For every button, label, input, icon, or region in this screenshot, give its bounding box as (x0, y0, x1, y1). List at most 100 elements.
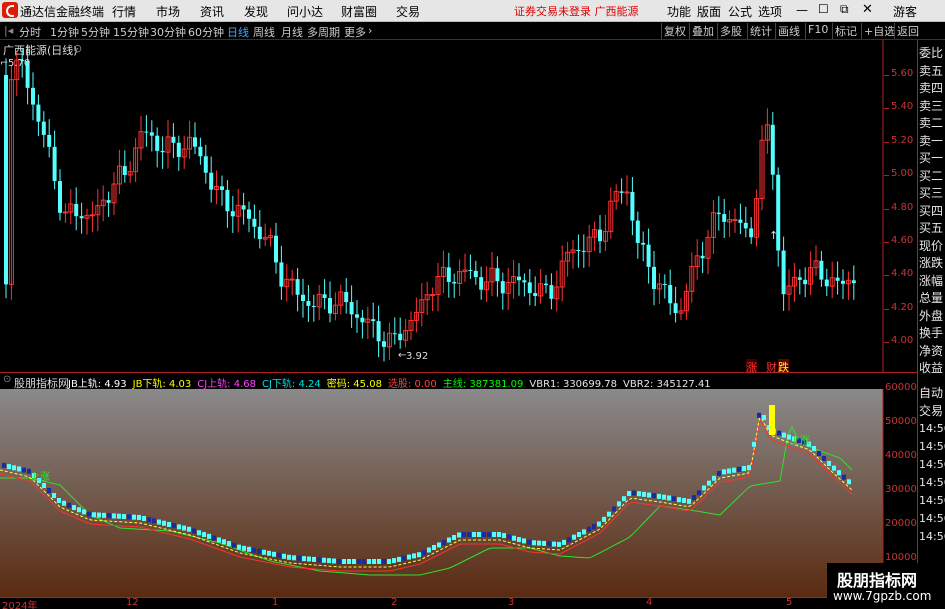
indicator-bar (667, 495, 671, 501)
side-panel-item[interactable]: 买一 (919, 150, 945, 166)
side-panel-item[interactable]: 买三 (919, 185, 945, 201)
tool-fanhui[interactable]: 返回 (894, 23, 921, 39)
candle-down (209, 172, 214, 190)
tool-f10[interactable]: F10 (805, 23, 830, 39)
maximize-icon[interactable]: ☐ (818, 2, 829, 16)
side-panel-item[interactable]: 卖五 (919, 63, 945, 79)
period-15min[interactable]: 15分钟 (113, 24, 149, 40)
dropdown-icon[interactable]: ⊙ (73, 42, 82, 55)
indicator-bar (197, 530, 201, 536)
period-30min[interactable]: 30分钟 (150, 24, 186, 40)
menu-item-shichang[interactable]: 市场 (156, 3, 180, 20)
menu-item-gongneng[interactable]: 功能 (667, 3, 691, 20)
menu-item-faxian[interactable]: 发现 (244, 3, 268, 20)
indicator-bar (482, 532, 486, 537)
indicator-bar (267, 550, 271, 556)
chevron-right-icon[interactable]: › (368, 24, 372, 37)
side-panel-item[interactable]: 14:56 (919, 493, 945, 509)
high-arrow-icon: ⌐ (0, 58, 9, 69)
side-panel-item[interactable]: 涨跌 (919, 255, 945, 271)
side-panel-item[interactable]: 换手 (919, 325, 945, 341)
candle-down (452, 281, 457, 284)
menu-item-hangqing[interactable]: 行情 (112, 3, 136, 20)
side-panel-item[interactable]: 涨幅 (919, 273, 945, 289)
period-60min[interactable]: 60分钟 (188, 24, 224, 40)
close-icon[interactable]: ✕ (862, 2, 873, 17)
side-panel-item[interactable]: 自动 (919, 385, 945, 401)
indicator-bar (827, 461, 831, 466)
period-weekly[interactable]: 周线 (253, 24, 275, 40)
candle-down (630, 191, 635, 221)
side-panel-item[interactable]: 收益 (919, 360, 945, 376)
low-arrow-icon: ← (398, 350, 407, 361)
period-1min[interactable]: 1分钟 (50, 24, 79, 40)
price-tick: 5.40 (891, 101, 914, 113)
side-panel-item[interactable]: 净资 (919, 343, 945, 359)
side-panel-item[interactable]: 总量 (919, 290, 945, 306)
indicator-bar (272, 551, 276, 557)
menu-item-xuanxiang[interactable]: 选项 (758, 3, 782, 20)
minimize-icon[interactable]: — (796, 3, 808, 17)
side-panel-item[interactable]: 14:56 (919, 529, 945, 545)
candle-down (398, 333, 403, 341)
side-panel-item[interactable]: 卖二 (919, 115, 945, 131)
side-panel-item[interactable]: 14:56 (919, 421, 945, 437)
side-panel-item[interactable]: 买二 (919, 168, 945, 184)
period-daily[interactable]: 日线 (227, 24, 249, 40)
period-fenshi[interactable]: 分时 (19, 24, 41, 40)
candle-down (749, 228, 754, 238)
tool-tongji[interactable]: 统计 (747, 23, 774, 39)
tool-fuquan[interactable]: 复权 (661, 23, 688, 39)
menu-item-banmian[interactable]: 版面 (697, 3, 721, 20)
tool-biaoji[interactable]: 标记 (832, 23, 859, 39)
candle-down (819, 260, 824, 280)
menu-item-jiaoyi[interactable]: 交易 (396, 3, 420, 20)
tool-huaxian[interactable]: 画线 (775, 23, 802, 39)
side-panel-item[interactable]: 卖一 (919, 133, 945, 149)
indicator-settings-icon[interactable]: ⊙ (3, 374, 11, 385)
indicator-chart[interactable] (0, 389, 917, 598)
indicator-bar (132, 514, 136, 520)
candle-down (743, 222, 748, 229)
period-monthly[interactable]: 月线 (281, 24, 303, 40)
trade-login-warning[interactable]: 证券交易未登录 广西能源 (514, 3, 639, 19)
candle-down (198, 146, 203, 157)
indicator-bar (227, 541, 231, 547)
side-panel-item[interactable]: 委比 (919, 45, 945, 61)
side-panel-item[interactable]: 14:56 (919, 511, 945, 527)
menu-item-wenxiaoda[interactable]: 问小达 (287, 3, 323, 20)
side-panel-item[interactable]: 卖四 (919, 80, 945, 96)
guest-user[interactable]: 游客 (893, 3, 917, 20)
period-multi[interactable]: 多周期 (307, 24, 340, 40)
menu-item-caifuquan[interactable]: 财富圈 (341, 3, 377, 20)
tool-zixuan[interactable]: +自选 (861, 23, 897, 39)
indicator-bar (402, 555, 406, 561)
menu-item-zixun[interactable]: 资讯 (200, 3, 224, 20)
side-panel-item[interactable]: 交易 (919, 403, 945, 419)
indicator-bar (62, 500, 66, 506)
indicator-bar (487, 532, 491, 537)
side-panel-item[interactable]: 买四 (919, 203, 945, 219)
indicator-bar (397, 556, 401, 562)
period-more[interactable]: 更多 (344, 24, 366, 40)
candle-up (62, 211, 68, 214)
tool-diejia[interactable]: 叠加 (689, 23, 716, 39)
side-panel-item[interactable]: 卖三 (919, 98, 945, 114)
candlestick-chart[interactable] (0, 40, 917, 372)
side-panel-item[interactable]: 14:56 (919, 475, 945, 491)
collapse-icon[interactable]: |◂ (4, 24, 13, 37)
menu-item-gongshi[interactable]: 公式 (728, 3, 752, 20)
side-panel-item[interactable]: 14:56 (919, 439, 945, 455)
restore-icon[interactable]: ⧉ (840, 2, 849, 17)
indicator-bar (457, 532, 461, 538)
candle-down (203, 156, 208, 173)
side-panel-item[interactable]: 14:56 (919, 457, 945, 473)
tool-duogu[interactable]: 多股 (717, 23, 744, 39)
side-panel-item[interactable]: 现价 (919, 238, 945, 254)
indicator-bar (662, 494, 666, 500)
side-panel-item[interactable]: 外盘 (919, 308, 945, 324)
indicator-bar (752, 441, 756, 447)
candle-down (722, 214, 727, 222)
side-panel-item[interactable]: 买五 (919, 220, 945, 236)
period-5min[interactable]: 5分钟 (81, 24, 110, 40)
